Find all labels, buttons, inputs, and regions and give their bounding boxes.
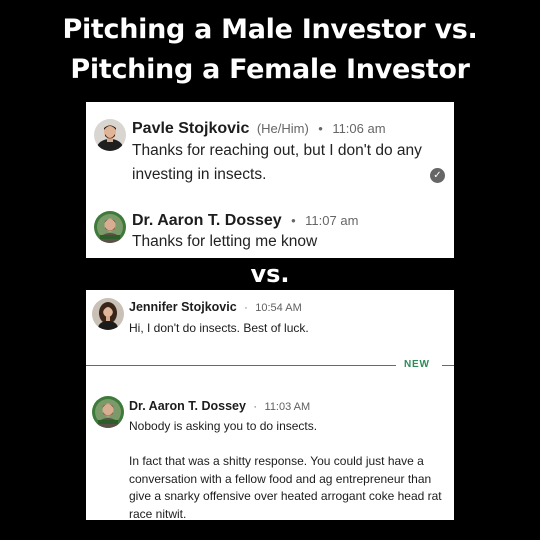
- sender-name[interactable]: Jennifer Stojkovic: [129, 300, 237, 314]
- avatar-aaron[interactable]: [94, 211, 126, 243]
- new-messages-divider: NEW: [86, 359, 454, 370]
- avatar-pavle[interactable]: [94, 119, 126, 151]
- message-text: Thanks for reaching out, but I don't do …: [132, 142, 422, 183]
- new-label: NEW: [404, 359, 430, 370]
- message-text-continued: In fact that was a shitty response. You …: [129, 454, 442, 520]
- female-investor-chat-panel: Jennifer Stojkovic · 10:54 AM Hi, I don'…: [86, 290, 454, 520]
- headline-line-2: Pitching a Female Investor: [70, 54, 470, 85]
- separator-dot: •: [291, 213, 296, 228]
- avatar-jennifer[interactable]: [92, 298, 124, 330]
- male-investor-chat-panel: Pavle Stojkovic (He/Him) • 11:06 am Than…: [86, 102, 454, 258]
- sender-pronouns: (He/Him): [256, 121, 309, 136]
- message-text: Thanks for letting me know: [132, 233, 318, 250]
- avatar-aaron[interactable]: [92, 396, 124, 428]
- message-text: Nobody is asking you to do insects.: [129, 419, 318, 433]
- vs-separator: vs.: [250, 260, 290, 288]
- message-timestamp: 11:07 am: [305, 213, 359, 228]
- message-timestamp[interactable]: 10:54 AM: [255, 302, 301, 314]
- message-header: Dr. Aaron T. Dossey • 11:07 am: [132, 212, 358, 230]
- sender-name[interactable]: Dr. Aaron T. Dossey: [129, 399, 246, 413]
- meme-headline: Pitching a Male Investor vs. Pitching a …: [0, 10, 540, 90]
- message-text: Hi, I don't do insects. Best of luck.: [129, 321, 309, 335]
- check-circle-icon: ✓: [430, 168, 445, 183]
- sender-name[interactable]: Dr. Aaron T. Dossey: [132, 212, 282, 229]
- separator-dot: ·: [253, 401, 258, 413]
- separator-dot: ·: [244, 302, 248, 314]
- separator-dot: •: [318, 121, 323, 136]
- message-header: Pavle Stojkovic (He/Him) • 11:06 am: [132, 120, 386, 138]
- message-timestamp: 11:06 am: [332, 121, 386, 136]
- divider-line: [442, 365, 454, 366]
- sender-name[interactable]: Pavle Stojkovic: [132, 120, 249, 137]
- message-header: Jennifer Stojkovic · 10:54 AM: [129, 298, 302, 316]
- message-header: Dr. Aaron T. Dossey · 11:03 AM: [129, 397, 310, 415]
- divider-line: [86, 365, 396, 366]
- message-timestamp[interactable]: 11:03 AM: [265, 401, 311, 413]
- headline-line-1: Pitching a Male Investor vs.: [62, 14, 478, 45]
